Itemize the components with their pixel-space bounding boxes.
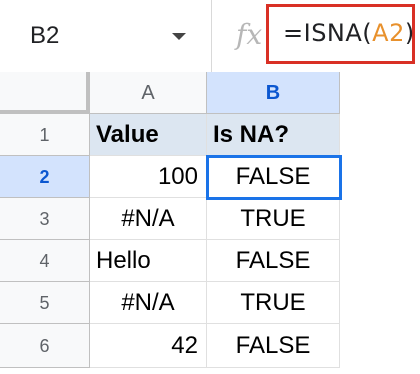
column-header-a[interactable]: A xyxy=(90,72,207,114)
cell-a1[interactable]: Value xyxy=(90,114,207,156)
cell-b6[interactable]: FALSE xyxy=(207,324,340,368)
cell-a2-text: 100 xyxy=(157,162,198,190)
cell-a2[interactable]: 100 xyxy=(90,156,207,198)
row-header-2[interactable]: 2 xyxy=(0,156,90,198)
column-header-b[interactable]: B xyxy=(207,72,340,114)
formula-input[interactable]: =ISNA(A2) xyxy=(266,4,415,64)
formula-text: =ISNA(A2) xyxy=(283,19,415,47)
cell-b5[interactable]: TRUE xyxy=(207,282,340,324)
cell-a6-text: 42 xyxy=(171,331,198,359)
row-header-1[interactable]: 1 xyxy=(0,114,90,156)
formula-reference: A2 xyxy=(372,19,405,47)
name-box[interactable]: B2 xyxy=(0,0,212,72)
formula-bar: B2 fx =ISNA(A2) xyxy=(0,0,420,72)
cell-a3[interactable]: #N/A xyxy=(90,198,207,240)
spreadsheet-grid: A B 1 Value Is NA? 2 100 FALSE 3 #N/A TR… xyxy=(0,72,420,374)
cell-a4-text: Hello xyxy=(96,246,151,274)
cell-a5[interactable]: #N/A xyxy=(90,282,207,324)
cell-a4[interactable]: Hello xyxy=(90,240,207,282)
cell-b4-text: FALSE xyxy=(235,246,311,274)
cell-b2[interactable]: FALSE xyxy=(207,156,340,198)
cell-b1-text: Is NA? xyxy=(213,120,290,148)
row-header-6[interactable]: 6 xyxy=(0,324,90,368)
row-header-4[interactable]: 4 xyxy=(0,240,90,282)
cell-a1-text: Value xyxy=(96,120,159,148)
fx-icon: fx xyxy=(236,18,263,51)
cell-b6-text: FALSE xyxy=(235,331,311,359)
row-header-3[interactable]: 3 xyxy=(0,198,90,240)
cell-a3-text: #N/A xyxy=(121,204,175,232)
cell-a6[interactable]: 42 xyxy=(90,324,207,368)
cell-a5-text: #N/A xyxy=(121,288,175,316)
cell-b1[interactable]: Is NA? xyxy=(207,114,340,156)
cell-b3-text: TRUE xyxy=(240,204,306,232)
formula-suffix: ) xyxy=(404,19,415,47)
cell-b2-text: FALSE xyxy=(235,162,311,190)
select-all-corner[interactable] xyxy=(0,72,90,114)
chevron-down-icon[interactable] xyxy=(172,33,186,40)
cell-b3[interactable]: TRUE xyxy=(207,198,340,240)
name-box-value: B2 xyxy=(30,22,60,49)
cell-b5-text: TRUE xyxy=(240,288,306,316)
cell-b4[interactable]: FALSE xyxy=(207,240,340,282)
formula-prefix: =ISNA( xyxy=(283,19,373,47)
row-header-5[interactable]: 5 xyxy=(0,282,90,324)
